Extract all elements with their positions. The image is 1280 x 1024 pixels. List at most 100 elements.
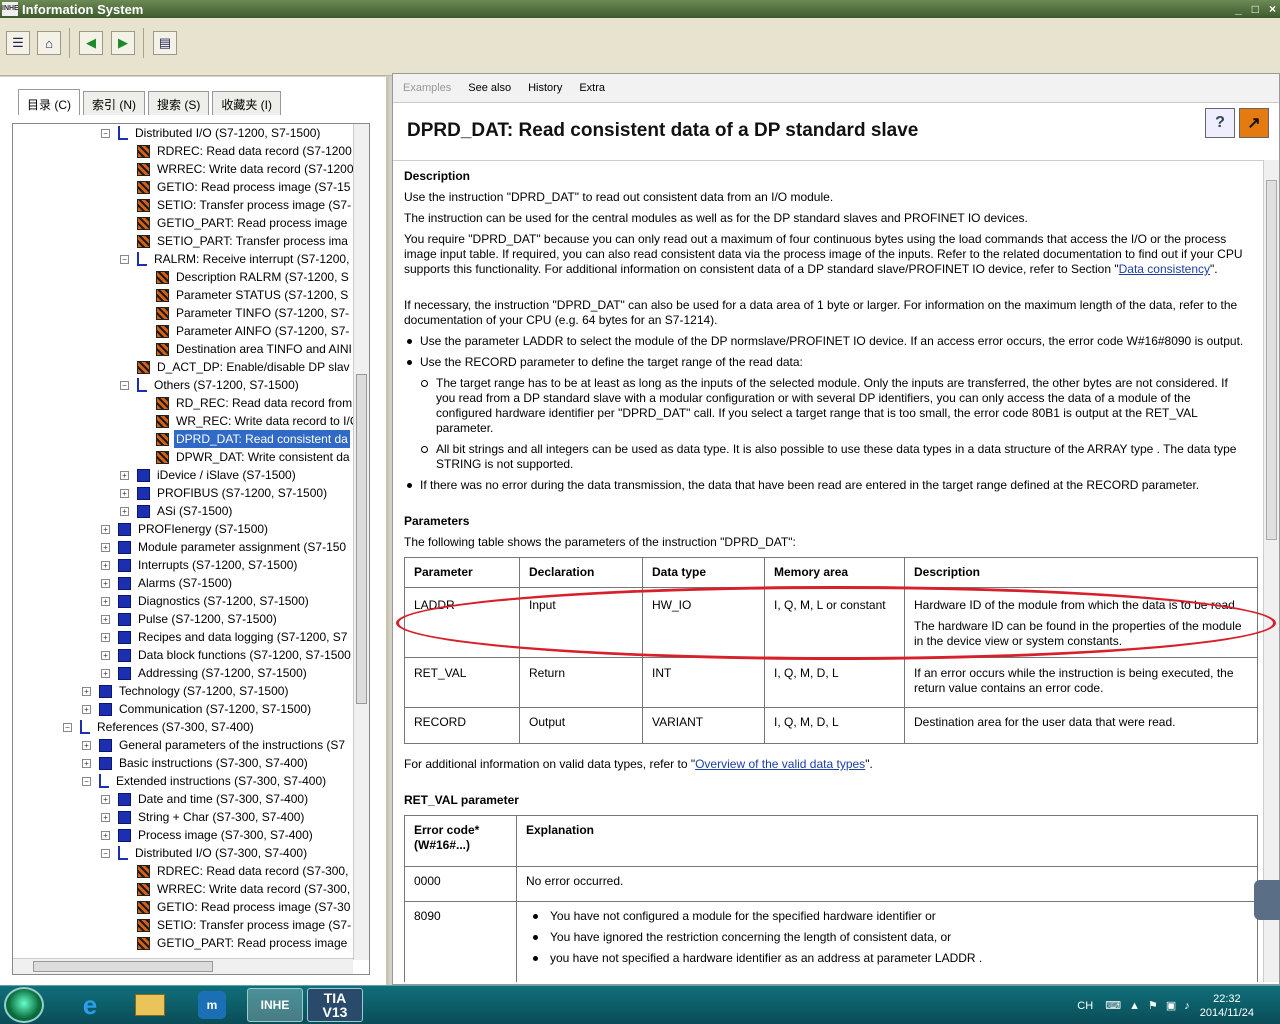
link-history[interactable]: History bbox=[528, 82, 562, 94]
clock[interactable]: 22:32 2014/11/24 bbox=[1200, 992, 1254, 1020]
tree-item[interactable]: Parameter TINFO (S7-1200, S7- bbox=[156, 304, 351, 322]
tree-item[interactable]: − Others (S7-1200, S7-1500) bbox=[120, 376, 301, 394]
expand-icon[interactable]: + bbox=[101, 524, 110, 534]
tree-item[interactable]: − References (S7-300, S7-400) bbox=[63, 718, 256, 736]
start-button[interactable] bbox=[4, 987, 44, 1023]
tree-item[interactable]: SETIO_PART: Transfer process ima bbox=[137, 232, 350, 250]
tree-horizontal-scrollbar[interactable] bbox=[13, 958, 353, 974]
tree-item[interactable]: − Distributed I/O (S7-300, S7-400) bbox=[101, 844, 309, 862]
back-button[interactable]: ◀ bbox=[79, 31, 103, 55]
close-button[interactable]: × bbox=[1269, 0, 1276, 18]
scrollbar-thumb[interactable] bbox=[1266, 180, 1277, 540]
tray-expand-icon[interactable]: ▲ bbox=[1129, 1000, 1140, 1012]
print-button[interactable]: ▤ bbox=[153, 31, 177, 55]
tree-item[interactable]: + PROFIBUS (S7-1200, S7-1500) bbox=[120, 484, 329, 502]
expand-icon[interactable]: + bbox=[101, 596, 110, 606]
tab-contents[interactable]: 目录 (C) bbox=[18, 89, 80, 115]
keyboard-icon[interactable]: ⌨ bbox=[1105, 999, 1121, 1012]
tree-item[interactable]: DPRD_DAT: Read consistent da bbox=[156, 430, 350, 448]
tree-item[interactable]: WRREC: Write data record (S7-1200 bbox=[137, 160, 353, 178]
tab-index[interactable]: 索引 (N) bbox=[83, 91, 145, 115]
tree-item[interactable]: + Date and time (S7-300, S7-400) bbox=[101, 790, 310, 808]
tree-item[interactable]: RDREC: Read data record (S7-300, bbox=[137, 862, 350, 880]
tree-item[interactable]: RDREC: Read data record (S7-1200 bbox=[137, 142, 353, 160]
tree-item[interactable]: + Pulse (S7-1200, S7-1500) bbox=[101, 610, 279, 628]
scrollbar-thumb[interactable] bbox=[356, 374, 367, 704]
tree-item[interactable]: GETIO_PART: Read process image bbox=[137, 214, 349, 232]
maximize-button[interactable]: □ bbox=[1252, 0, 1259, 18]
expand-icon[interactable]: + bbox=[82, 704, 91, 714]
action-center-icon[interactable]: ⚑ bbox=[1148, 999, 1158, 1012]
explorer-taskbar-button[interactable] bbox=[122, 988, 178, 1022]
tree-item[interactable]: + Interrupts (S7-1200, S7-1500) bbox=[101, 556, 299, 574]
tree-item[interactable]: + Technology (S7-1200, S7-1500) bbox=[82, 682, 290, 700]
help-window-button[interactable]: ? bbox=[1205, 108, 1235, 138]
collapse-icon[interactable]: − bbox=[101, 848, 110, 858]
tab-favorites[interactable]: 收藏夹 (I) bbox=[212, 91, 282, 115]
tree-item[interactable]: + General parameters of the instructions … bbox=[82, 736, 347, 754]
expand-icon[interactable]: + bbox=[82, 740, 91, 750]
tree-vertical-scrollbar[interactable] bbox=[353, 124, 369, 960]
expand-icon[interactable]: + bbox=[82, 686, 91, 696]
ie-taskbar-button[interactable]: e bbox=[62, 988, 118, 1022]
network-icon[interactable]: ▣ bbox=[1166, 999, 1176, 1012]
collapse-icon[interactable]: − bbox=[63, 722, 72, 732]
tree-item[interactable]: + Module parameter assignment (S7-150 bbox=[101, 538, 348, 556]
collapse-icon[interactable]: − bbox=[120, 380, 129, 390]
expand-icon[interactable]: + bbox=[101, 614, 110, 624]
tree-item[interactable]: + String + Char (S7-300, S7-400) bbox=[101, 808, 306, 826]
tia-portal-taskbar-button[interactable]: TIA V13 bbox=[307, 988, 363, 1022]
tree-item[interactable]: + Process image (S7-300, S7-400) bbox=[101, 826, 315, 844]
expand-icon[interactable]: + bbox=[101, 542, 110, 552]
collapse-icon[interactable]: − bbox=[101, 128, 110, 138]
collapse-icon[interactable]: − bbox=[82, 776, 91, 786]
volume-icon[interactable]: ♪ bbox=[1184, 1000, 1190, 1012]
tree-item[interactable]: WR_REC: Write data record to I/O bbox=[156, 412, 353, 430]
tab-search[interactable]: 搜索 (S) bbox=[148, 91, 210, 115]
link-valid-data-types[interactable]: Overview of the valid data types bbox=[695, 757, 865, 771]
expand-icon[interactable]: + bbox=[101, 794, 110, 804]
tree-item[interactable]: + iDevice / iSlave (S7-1500) bbox=[120, 466, 298, 484]
home-button[interactable]: ⌂ bbox=[37, 31, 61, 55]
link-extra[interactable]: Extra bbox=[579, 82, 605, 94]
expand-icon[interactable]: + bbox=[120, 488, 129, 498]
expand-icon[interactable]: + bbox=[101, 668, 110, 678]
tree-item[interactable]: + Basic instructions (S7-300, S7-400) bbox=[82, 754, 310, 772]
expand-icon[interactable]: + bbox=[101, 560, 110, 570]
tree-item[interactable]: GETIO: Read process image (S7-15 bbox=[137, 178, 352, 196]
expand-icon[interactable]: + bbox=[101, 812, 110, 822]
expand-icon[interactable]: + bbox=[101, 830, 110, 840]
tree-item[interactable]: + Diagnostics (S7-1200, S7-1500) bbox=[101, 592, 311, 610]
side-widget[interactable] bbox=[1254, 880, 1280, 920]
tree-item[interactable]: GETIO_PART: Read process image bbox=[137, 934, 349, 952]
tree-item[interactable]: − RALRM: Receive interrupt (S7-1200, bbox=[120, 250, 351, 268]
language-indicator[interactable]: CH bbox=[1077, 1000, 1093, 1012]
expand-icon[interactable]: + bbox=[101, 578, 110, 588]
tree-item[interactable]: Destination area TINFO and AINI bbox=[156, 340, 353, 358]
link-data-consistency[interactable]: Data consistency bbox=[1119, 262, 1210, 276]
expand-icon[interactable]: + bbox=[82, 758, 91, 768]
scrollbar-thumb[interactable] bbox=[33, 961, 213, 972]
tree-item[interactable]: SETIO: Transfer process image (S7- bbox=[137, 196, 353, 214]
expand-icon[interactable]: + bbox=[120, 470, 129, 480]
tree-item[interactable]: + Alarms (S7-1500) bbox=[101, 574, 234, 592]
collapse-icon[interactable]: − bbox=[120, 254, 129, 264]
forward-button[interactable]: ▶ bbox=[111, 31, 135, 55]
tree-item[interactable]: − Distributed I/O (S7-1200, S7-1500) bbox=[101, 124, 322, 142]
tree-item[interactable]: − Extended instructions (S7-300, S7-400) bbox=[82, 772, 328, 790]
tree-item[interactable]: Parameter AINFO (S7-1200, S7- bbox=[156, 322, 351, 340]
tree-item[interactable]: SETIO: Transfer process image (S7- bbox=[137, 916, 353, 934]
tree-item[interactable]: RD_REC: Read data record from bbox=[156, 394, 353, 412]
tree-item[interactable]: + Addressing (S7-1200, S7-1500) bbox=[101, 664, 309, 682]
expand-icon[interactable]: + bbox=[120, 506, 129, 516]
document-vertical-scrollbar[interactable] bbox=[1263, 160, 1279, 982]
tree-item[interactable]: + ASi (S7-1500) bbox=[120, 502, 234, 520]
tree-item[interactable]: Description RALRM (S7-1200, S bbox=[156, 268, 351, 286]
expand-icon[interactable]: + bbox=[101, 632, 110, 642]
tree-item[interactable]: + Recipes and data logging (S7-1200, S7 bbox=[101, 628, 349, 646]
tree-item[interactable]: + Communication (S7-1200, S7-1500) bbox=[82, 700, 313, 718]
open-link-button[interactable]: ↗ bbox=[1239, 108, 1269, 138]
tree-item[interactable]: + PROFIenergy (S7-1500) bbox=[101, 520, 270, 538]
maxthon-taskbar-button[interactable]: m bbox=[184, 988, 240, 1022]
tree-item[interactable]: Parameter STATUS (S7-1200, S bbox=[156, 286, 350, 304]
